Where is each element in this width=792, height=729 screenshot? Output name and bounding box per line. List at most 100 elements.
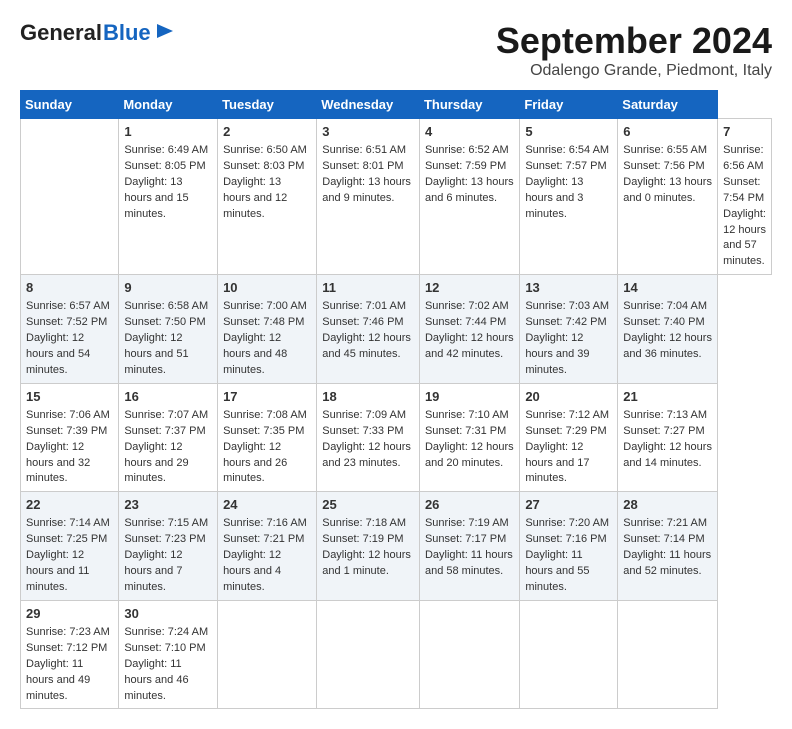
day-number: 19 [425,388,514,407]
sunrise-text: Sunrise: 7:14 AM [26,516,113,532]
day-number: 5 [525,123,612,142]
day-number: 3 [322,123,414,142]
sunrise-text: Sunrise: 6:51 AM [322,143,414,159]
daylight-text: Daylight: 12 hours and 57 minutes. [723,207,766,271]
day-number: 8 [26,279,113,298]
location-title: Odalengo Grande, Piedmont, Italy [496,62,772,80]
calendar-week-row: 15Sunrise: 7:06 AMSunset: 7:39 PMDayligh… [21,383,772,492]
calendar-week-row: 1Sunrise: 6:49 AMSunset: 8:05 PMDaylight… [21,119,772,275]
day-number: 20 [525,388,612,407]
sunrise-text: Sunrise: 6:55 AM [623,143,712,159]
weekday-header-wednesday: Wednesday [317,91,420,119]
calendar-cell: 10Sunrise: 7:00 AMSunset: 7:48 PMDayligh… [218,275,317,384]
calendar-cell: 20Sunrise: 7:12 AMSunset: 7:29 PMDayligh… [520,383,618,492]
day-number: 24 [223,496,311,515]
daylight-text: Daylight: 13 hours and 15 minutes. [124,175,212,223]
sunset-text: Sunset: 7:37 PM [124,424,212,440]
day-number: 21 [623,388,712,407]
sunrise-text: Sunrise: 7:01 AM [322,299,414,315]
calendar-cell: 26Sunrise: 7:19 AMSunset: 7:17 PMDayligh… [419,492,519,601]
sunset-text: Sunset: 8:05 PM [124,159,212,175]
calendar-cell: 6Sunrise: 6:55 AMSunset: 7:56 PMDaylight… [618,119,718,275]
calendar-cell [218,600,317,709]
sunset-text: Sunset: 7:40 PM [623,315,712,331]
day-number: 4 [425,123,514,142]
day-number: 1 [124,123,212,142]
day-number: 6 [623,123,712,142]
sunrise-text: Sunrise: 7:23 AM [26,625,113,641]
sunrise-text: Sunrise: 6:52 AM [425,143,514,159]
sunset-text: Sunset: 7:29 PM [525,424,612,440]
day-number: 13 [525,279,612,298]
daylight-text: Daylight: 13 hours and 6 minutes. [425,175,514,207]
sunset-text: Sunset: 7:12 PM [26,641,113,657]
calendar-cell: 2Sunrise: 6:50 AMSunset: 8:03 PMDaylight… [218,119,317,275]
sunset-text: Sunset: 7:14 PM [623,532,712,548]
calendar-cell: 27Sunrise: 7:20 AMSunset: 7:16 PMDayligh… [520,492,618,601]
calendar-cell [618,600,718,709]
day-number: 12 [425,279,514,298]
calendar-cell: 24Sunrise: 7:16 AMSunset: 7:21 PMDayligh… [218,492,317,601]
calendar-cell: 5Sunrise: 6:54 AMSunset: 7:57 PMDaylight… [520,119,618,275]
sunrise-text: Sunrise: 7:15 AM [124,516,212,532]
sunset-text: Sunset: 7:48 PM [223,315,311,331]
sunset-text: Sunset: 7:10 PM [124,641,212,657]
sunrise-text: Sunrise: 7:20 AM [525,516,612,532]
sunset-text: Sunset: 7:27 PM [623,424,712,440]
day-number: 15 [26,388,113,407]
sunrise-text: Sunrise: 7:08 AM [223,408,311,424]
calendar-cell [317,600,420,709]
day-number: 23 [124,496,212,515]
calendar-table: SundayMondayTuesdayWednesdayThursdayFrid… [20,90,772,709]
sunset-text: Sunset: 7:44 PM [425,315,514,331]
daylight-text: Daylight: 13 hours and 12 minutes. [223,175,311,223]
daylight-text: Daylight: 13 hours and 0 minutes. [623,175,712,207]
sunset-text: Sunset: 7:21 PM [223,532,311,548]
daylight-text: Daylight: 13 hours and 3 minutes. [525,175,612,223]
calendar-cell: 23Sunrise: 7:15 AMSunset: 7:23 PMDayligh… [119,492,218,601]
day-number: 2 [223,123,311,142]
sunrise-text: Sunrise: 7:16 AM [223,516,311,532]
daylight-text: Daylight: 12 hours and 29 minutes. [124,440,212,488]
calendar-cell: 21Sunrise: 7:13 AMSunset: 7:27 PMDayligh… [618,383,718,492]
daylight-text: Daylight: 12 hours and 51 minutes. [124,331,212,379]
sunrise-text: Sunrise: 7:02 AM [425,299,514,315]
logo: General Blue [20,20,175,46]
weekday-header-thursday: Thursday [419,91,519,119]
calendar-cell: 25Sunrise: 7:18 AMSunset: 7:19 PMDayligh… [317,492,420,601]
day-number: 26 [425,496,514,515]
sunrise-text: Sunrise: 7:10 AM [425,408,514,424]
calendar-cell: 19Sunrise: 7:10 AMSunset: 7:31 PMDayligh… [419,383,519,492]
daylight-text: Daylight: 11 hours and 58 minutes. [425,548,514,580]
weekday-header-saturday: Saturday [618,91,718,119]
daylight-text: Daylight: 13 hours and 9 minutes. [322,175,414,207]
daylight-text: Daylight: 12 hours and 32 minutes. [26,440,113,488]
daylight-text: Daylight: 12 hours and 54 minutes. [26,331,113,379]
sunrise-text: Sunrise: 6:56 AM [723,143,766,175]
logo-arrow-icon [155,21,175,46]
sunset-text: Sunset: 7:16 PM [525,532,612,548]
weekday-header-friday: Friday [520,91,618,119]
calendar-cell [419,600,519,709]
calendar-cell [520,600,618,709]
daylight-text: Daylight: 12 hours and 26 minutes. [223,440,311,488]
weekday-header-tuesday: Tuesday [218,91,317,119]
sunset-text: Sunset: 7:33 PM [322,424,414,440]
sunrise-text: Sunrise: 6:50 AM [223,143,311,159]
daylight-text: Daylight: 12 hours and 7 minutes. [124,548,212,596]
logo-general-text: General [20,20,102,46]
sunset-text: Sunset: 7:25 PM [26,532,113,548]
sunset-text: Sunset: 7:42 PM [525,315,612,331]
calendar-cell: 4Sunrise: 6:52 AMSunset: 7:59 PMDaylight… [419,119,519,275]
calendar-cell: 8Sunrise: 6:57 AMSunset: 7:52 PMDaylight… [21,275,119,384]
day-number: 18 [322,388,414,407]
daylight-text: Daylight: 12 hours and 14 minutes. [623,440,712,472]
calendar-cell: 28Sunrise: 7:21 AMSunset: 7:14 PMDayligh… [618,492,718,601]
sunset-text: Sunset: 7:19 PM [322,532,414,548]
day-number: 27 [525,496,612,515]
sunset-text: Sunset: 7:54 PM [723,175,766,207]
sunrise-text: Sunrise: 6:58 AM [124,299,212,315]
daylight-text: Daylight: 12 hours and 17 minutes. [525,440,612,488]
day-number: 28 [623,496,712,515]
daylight-text: Daylight: 12 hours and 42 minutes. [425,331,514,363]
